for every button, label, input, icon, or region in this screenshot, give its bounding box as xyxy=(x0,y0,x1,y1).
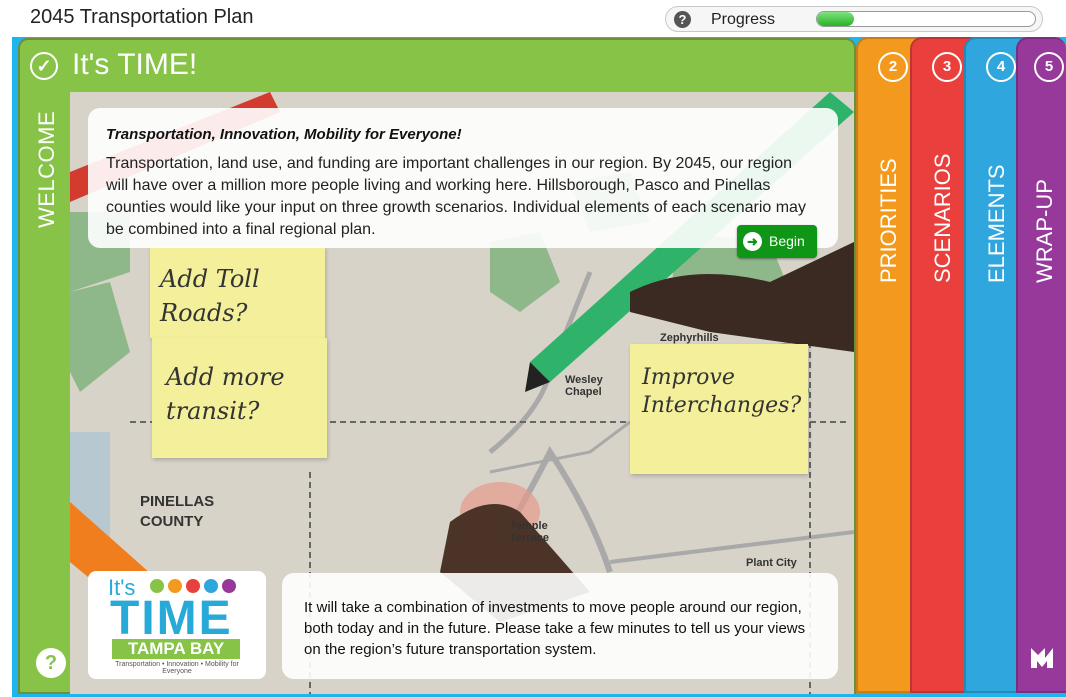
map-label-pinellas: PINELLAS COUNTY xyxy=(140,493,215,530)
tab-label: SCENARIOS xyxy=(930,153,955,283)
begin-button[interactable]: ➜ Begin xyxy=(737,225,817,258)
brand-logo-svg xyxy=(1031,648,1053,668)
help-circle-icon[interactable]: ? xyxy=(36,648,66,678)
progress-label: Progress xyxy=(711,11,776,28)
sticky-note-text: Add Toll Roads? xyxy=(160,265,260,327)
arrow-right-circle-icon: ➜ xyxy=(743,232,762,251)
tab-label: PRIORITIES xyxy=(876,158,901,283)
welcome-heading: It's TIME! xyxy=(72,48,198,81)
tab-number: 3 xyxy=(932,52,962,82)
progress-bar xyxy=(816,11,1036,27)
sticky-note-interchanges: Improve Interchanges? xyxy=(630,344,808,474)
app-title: 2045 Transportation Plan xyxy=(30,6,254,28)
sticky-note-toll-roads: Add Toll Roads? xyxy=(150,246,325,338)
bottom-info-text: It will take a combination of investment… xyxy=(304,599,806,658)
help-icon[interactable]: ? xyxy=(674,11,691,28)
intro-body: Transportation, land use, and funding ar… xyxy=(106,155,806,238)
tab-number: 5 xyxy=(1034,52,1064,82)
welcome-vertical-label: WELCOME xyxy=(34,110,59,228)
sticky-note-text: Improve Interchanges? xyxy=(642,365,802,418)
map-label-temple-terrace: Temple Terrace xyxy=(510,520,549,544)
progress-fill xyxy=(817,12,855,26)
map-label-zephyrhills: Zephyrhills xyxy=(660,332,719,344)
map-label-wesley-chapel: Wesley Chapel xyxy=(565,374,603,398)
logo-tagline: Transportation • Innovation • Mobility f… xyxy=(115,661,239,675)
sticky-note-transit: Add more transit? xyxy=(152,338,327,458)
tab-wrap-up[interactable]: 5 WRAP-UP xyxy=(1016,37,1066,693)
logo-band: TAMPA BAY xyxy=(112,639,240,659)
check-circle-icon: ✓ xyxy=(30,52,58,80)
begin-label: Begin xyxy=(769,233,805,249)
intro-card: Transportation, Innovation, Mobility for… xyxy=(88,108,838,248)
logo-time: TIME xyxy=(110,592,233,645)
intro-heading: Transportation, Innovation, Mobility for… xyxy=(106,126,462,143)
tab-label: WRAP-UP xyxy=(1032,179,1057,283)
progress-widget: ? Progress xyxy=(665,6,1043,32)
map-label-plant-city: Plant City xyxy=(746,557,797,569)
brand-logo-icon xyxy=(1028,643,1056,671)
tab-label: ELEMENTS xyxy=(984,164,1009,283)
its-time-tampa-bay-logo: It's TIME TAMPA BAY Transportation • Inn… xyxy=(88,571,266,679)
top-bar: 2045 Transportation Plan ? Progress xyxy=(0,0,1066,37)
tab-number: 2 xyxy=(878,52,908,82)
sticky-note-text: Add more transit? xyxy=(166,363,285,425)
bottom-info-card: It will take a combination of investment… xyxy=(282,573,838,679)
tab-number: 4 xyxy=(986,52,1016,82)
